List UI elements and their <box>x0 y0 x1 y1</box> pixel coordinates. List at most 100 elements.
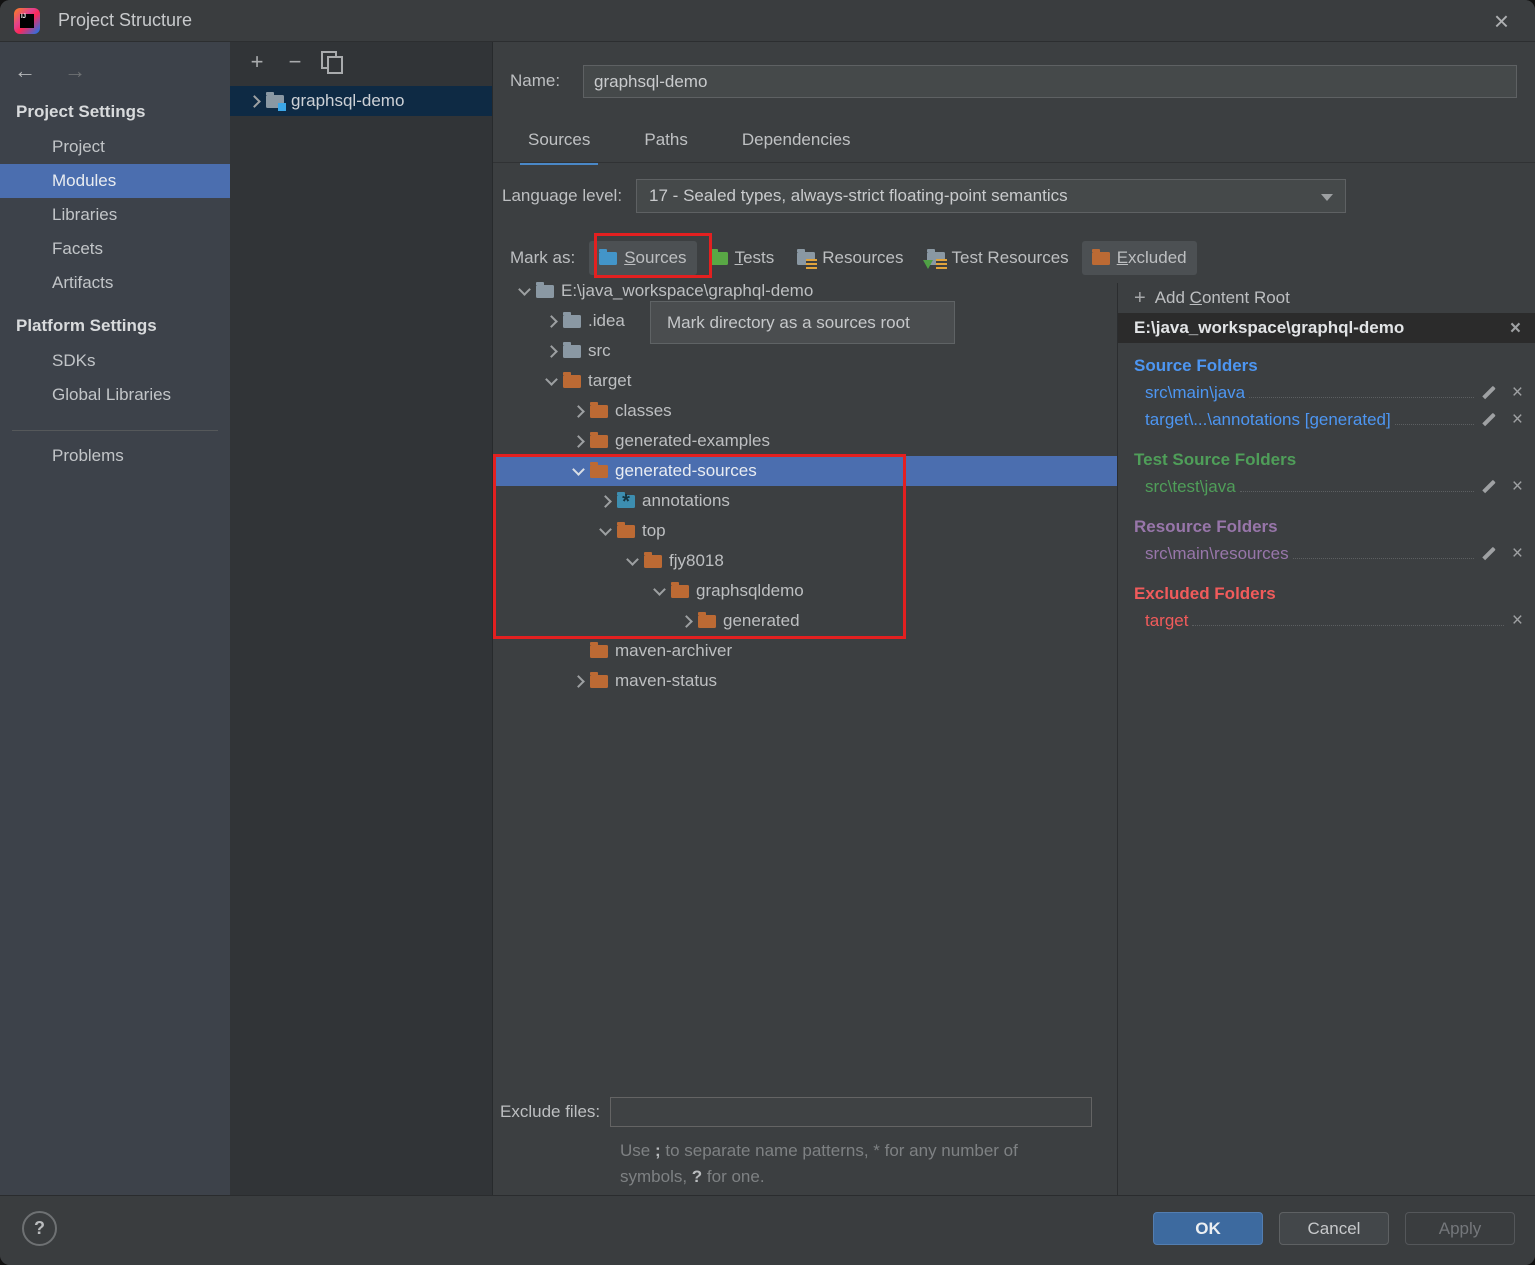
sidebar-item-facets[interactable]: Facets <box>0 232 230 266</box>
cancel-button[interactable]: Cancel <box>1279 1212 1389 1245</box>
edit-pencil-icon[interactable] <box>1482 412 1496 428</box>
tree-row-label: graphsqldemo <box>696 581 804 601</box>
tab-paths[interactable]: Paths <box>644 130 687 165</box>
mark-as-label: Mark as: <box>510 248 575 268</box>
language-level-select[interactable]: 17 - Sealed types, always-strict floatin… <box>636 179 1346 213</box>
chevron-down-icon <box>1321 194 1333 201</box>
chevron-right-icon[interactable] <box>539 347 563 356</box>
edit-pencil-icon[interactable] <box>1482 385 1496 401</box>
remove-folder-icon[interactable]: × <box>1512 410 1523 429</box>
sidebar-item-libraries[interactable]: Libraries <box>0 198 230 232</box>
edit-pencil-icon[interactable] <box>1482 546 1496 562</box>
tree-row-maven-status[interactable]: maven-status <box>493 666 1117 696</box>
sidebar-item-artifacts[interactable]: Artifacts <box>0 266 230 300</box>
mark-excluded-button[interactable]: Excluded <box>1082 241 1197 275</box>
tree-row-label: target <box>588 371 631 391</box>
tree-row-generated-sources[interactable]: generated-sources <box>493 456 1117 486</box>
tree-row-target[interactable]: target <box>493 366 1117 396</box>
chevron-right-icon[interactable] <box>566 407 590 416</box>
mark-test-resources-button[interactable]: Test Resources <box>917 241 1079 275</box>
close-icon[interactable]: × <box>1494 6 1509 37</box>
help-icon[interactable]: ? <box>22 1211 57 1246</box>
project-settings-header: Project Settings <box>0 86 230 130</box>
exclude-files-input[interactable] <box>610 1097 1092 1127</box>
folder-path-link[interactable]: src\main\resources <box>1145 544 1289 564</box>
chevron-right-icon[interactable] <box>593 497 617 506</box>
module-name-input[interactable] <box>583 65 1517 98</box>
tree-row-label: fjy8018 <box>669 551 724 571</box>
tests-folder-icon <box>710 252 728 265</box>
sidebar-item-global-libraries[interactable]: Global Libraries <box>0 378 230 412</box>
sidebar-item-problems[interactable]: Problems <box>0 439 230 473</box>
folder-icon <box>563 315 581 328</box>
excluded-folder-entry: target × <box>1134 607 1535 634</box>
mark-resources-button[interactable]: Resources <box>787 241 913 275</box>
chevron-expanded-icon[interactable] <box>593 529 617 534</box>
copy-module-icon[interactable] <box>326 55 338 69</box>
folder-icon <box>536 285 554 298</box>
tree-row-fjy8018[interactable]: fjy8018 <box>493 546 1117 576</box>
chevron-right-icon[interactable] <box>674 617 698 626</box>
tree-row-label: E:\java_workspace\graphql-demo <box>561 281 813 301</box>
tree-row-label: maven-archiver <box>615 641 732 661</box>
sidebar-item-modules[interactable]: Modules <box>0 164 230 198</box>
sidebar-item-sdks[interactable]: SDKs <box>0 344 230 378</box>
remove-folder-icon[interactable]: × <box>1512 544 1523 563</box>
module-list-item[interactable]: graphsql-demo <box>230 86 492 116</box>
tree-row-generated-examples[interactable]: generated-examples <box>493 426 1117 456</box>
chevron-right-icon[interactable] <box>539 317 563 326</box>
add-content-root-button[interactable]: + Add Content Root <box>1118 283 1535 313</box>
edit-pencil-icon[interactable] <box>1482 479 1496 495</box>
back-arrow-icon[interactable]: ← <box>14 58 36 83</box>
folder-path-link[interactable]: src\main\java <box>1145 383 1245 403</box>
sidebar-item-project[interactable]: Project <box>0 130 230 164</box>
ok-button[interactable]: OK <box>1153 1212 1263 1245</box>
chevron-expanded-icon[interactable] <box>512 289 536 294</box>
tree-row-label: top <box>642 521 666 541</box>
tree-row-graphsqldemo[interactable]: graphsqldemo <box>493 576 1117 606</box>
excluded-folder-icon <box>590 465 608 478</box>
folders-panel: + Add Content Root E:\java_workspace\gra… <box>1117 283 1535 1195</box>
remove-folder-icon[interactable]: × <box>1512 383 1523 402</box>
chevron-expanded-icon[interactable] <box>539 379 563 384</box>
leader-dots <box>1293 558 1474 559</box>
tabs-separator <box>493 162 1535 163</box>
tree-row-annotations[interactable]: * annotations <box>493 486 1117 516</box>
tree-row-generated[interactable]: generated <box>493 606 1117 636</box>
chevron-expanded-icon[interactable] <box>566 469 590 474</box>
module-tabs: Sources Paths Dependencies <box>528 130 851 165</box>
resource-folders-title: Resource Folders <box>1134 514 1535 540</box>
content-root-item[interactable]: E:\java_workspace\graphql-demo × <box>1118 313 1535 343</box>
folder-path-link[interactable]: target\...\annotations [generated] <box>1145 410 1391 430</box>
mark-tests-button[interactable]: Tests <box>700 241 785 275</box>
tree-row-label: maven-status <box>615 671 717 691</box>
remove-module-icon[interactable]: − <box>282 49 308 75</box>
tree-row-classes[interactable]: classes <box>493 396 1117 426</box>
folder-path-link[interactable]: src\test\java <box>1145 477 1236 497</box>
excluded-folder-icon <box>617 525 635 538</box>
window-title: Project Structure <box>58 10 192 31</box>
folder-path-link[interactable]: target <box>1145 611 1188 631</box>
chevron-right-icon[interactable] <box>242 97 266 106</box>
chevron-right-icon[interactable] <box>566 437 590 446</box>
resource-folders-section: Resource Folders src\main\resources × <box>1118 514 1535 567</box>
leader-dots <box>1249 397 1474 398</box>
add-module-icon[interactable]: + <box>244 49 270 75</box>
remove-folder-icon[interactable]: × <box>1512 477 1523 496</box>
remove-folder-icon[interactable]: × <box>1512 611 1523 630</box>
sidebar-divider <box>12 430 218 431</box>
tree-row-label: annotations <box>642 491 730 511</box>
chevron-expanded-icon[interactable] <box>620 559 644 564</box>
tree-row-maven-archiver[interactable]: maven-archiver <box>493 636 1117 666</box>
generated-sources-folder-icon: * <box>617 495 635 508</box>
excluded-folders-section: Excluded Folders target × <box>1118 581 1535 634</box>
tree-row-top[interactable]: top <box>493 516 1117 546</box>
project-structure-dialog: IJ Project Structure × ← → Project Setti… <box>0 0 1535 1265</box>
dialog-footer: ? OK Cancel Apply <box>0 1195 1535 1265</box>
remove-content-root-icon[interactable]: × <box>1510 319 1521 338</box>
chevron-right-icon[interactable] <box>566 677 590 686</box>
chevron-expanded-icon[interactable] <box>647 589 671 594</box>
mark-sources-button[interactable]: Sources <box>589 241 696 275</box>
tab-dependencies[interactable]: Dependencies <box>742 130 851 165</box>
tab-sources[interactable]: Sources <box>528 130 590 165</box>
